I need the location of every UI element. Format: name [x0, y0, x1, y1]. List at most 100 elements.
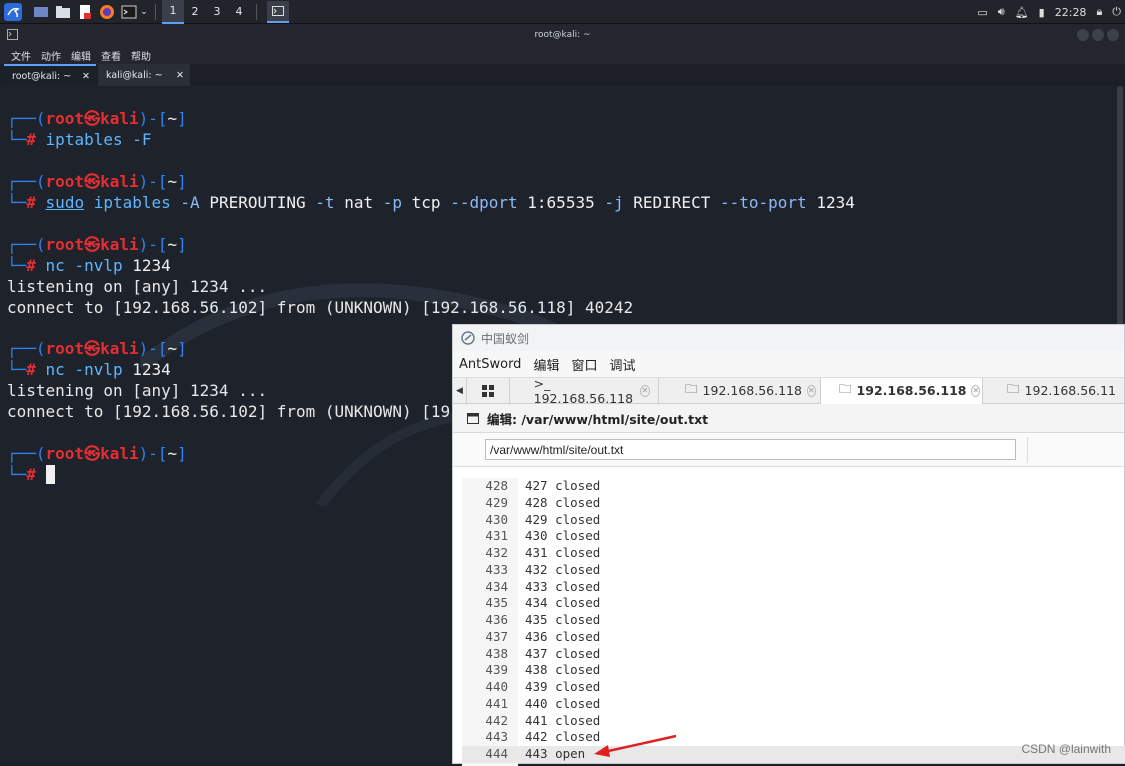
window-titlebar: root@kali: ~ [0, 24, 1125, 46]
cmd-arg: tcp [412, 193, 441, 212]
prompt-user: root [46, 444, 85, 463]
tab-home[interactable] [467, 378, 510, 404]
prompt-dir: ~ [168, 109, 178, 128]
tab-label: root@kali: ~ [12, 71, 71, 82]
close-icon[interactable]: ✕ [176, 70, 184, 81]
line-number: 435 [462, 595, 508, 612]
path-input[interactable] [485, 439, 1016, 460]
terminal-launcher-icon[interactable] [120, 3, 138, 21]
line-text: 437 closed [508, 646, 600, 663]
line-number: 431 [462, 528, 508, 545]
close-icon[interactable]: ✕ [807, 385, 816, 397]
menu-file[interactable]: 文件 [11, 48, 31, 63]
prompt-host: kali [100, 444, 139, 463]
kali-menu-icon[interactable] [4, 3, 22, 21]
close-icon[interactable]: ✕ [640, 385, 650, 397]
power-icon[interactable]: ⏻ [1112, 5, 1121, 19]
file-manager-icon[interactable] [54, 3, 72, 21]
close-icon[interactable]: ✕ [971, 385, 980, 397]
output-line: listening on [any] 1234 ... [7, 380, 267, 401]
divider [155, 4, 156, 20]
code-line: 430429 closed [462, 512, 1125, 529]
output-line: connect to [192.168.56.102] from (UNKNOW… [7, 297, 633, 318]
clock[interactable]: 22:28 [1055, 6, 1087, 19]
tab-scroll-left-button[interactable]: ◀ [453, 378, 467, 404]
tab-root-kali[interactable]: root@kali: ~ ✕ [4, 64, 96, 86]
folder-icon: 🗀︎ [839, 380, 852, 401]
menu-edit[interactable]: 编辑 [71, 48, 91, 63]
menu-action[interactable]: 动作 [41, 48, 61, 63]
line-text: 435 closed [508, 612, 600, 629]
line-text: 443 open [508, 746, 585, 763]
tab-kali-kali[interactable]: kali@kali: ~ ✕ [98, 64, 190, 86]
minimize-button[interactable] [1077, 29, 1089, 41]
cmd-flag: -t [315, 193, 334, 212]
tab-file-manager[interactable]: 🗀︎ 192.168.56.11 [983, 378, 1124, 404]
workspace-2[interactable]: 2 [184, 5, 206, 18]
command-line: └─# nc -nvlp 1234 [7, 255, 171, 276]
tab-terminal-session[interactable]: >_ 192.168.56.118 ✕ [510, 378, 659, 404]
terminal-window-button[interactable] [267, 1, 289, 23]
prompt-user: root [46, 235, 85, 254]
line-number: 430 [462, 512, 508, 529]
line-number: 434 [462, 579, 508, 596]
firefox-icon[interactable] [98, 3, 116, 21]
output-line: listening on [any] 1234 ... [7, 276, 267, 297]
code-editor[interactable]: 428427 closed429428 closed430429 closed4… [462, 478, 1125, 766]
path-row [453, 433, 1124, 467]
workspace-3[interactable]: 3 [206, 5, 228, 18]
cmd-flag: -A [180, 193, 199, 212]
text-editor-icon[interactable] [76, 3, 94, 21]
prompt-host: kali [100, 235, 139, 254]
line-text: 433 closed [508, 579, 600, 596]
window-title: root@kali: ~ [0, 30, 1125, 40]
line-number: 444 [462, 746, 508, 763]
line-number: 442 [462, 713, 508, 730]
tab-file-manager[interactable]: 🗀︎ 192.168.56.118 ✕ [659, 378, 821, 404]
divider [1027, 437, 1028, 463]
line-number: 438 [462, 646, 508, 663]
line-number: 433 [462, 562, 508, 579]
battery-icon[interactable]: ▮ [1039, 6, 1045, 19]
cmd-flag: -p [383, 193, 402, 212]
cmd-arg: 1234 [816, 193, 855, 212]
divider [256, 4, 257, 20]
close-icon[interactable]: ✕ [82, 71, 90, 82]
code-line: 438437 closed [462, 646, 1125, 663]
workspace-1[interactable]: 1 [162, 0, 184, 24]
close-button[interactable] [1107, 29, 1119, 41]
maximize-button[interactable] [1092, 29, 1104, 41]
prompt-host: kali [100, 339, 139, 358]
desktop-icon[interactable] [32, 3, 50, 21]
line-text: 439 closed [508, 679, 600, 696]
chevron-down-icon[interactable]: ⌄ [139, 3, 149, 21]
menu-debug[interactable]: 调试 [609, 355, 635, 374]
editor-header: 编辑: /var/www/html/site/out.txt [453, 404, 1124, 433]
menu-window[interactable]: 窗口 [571, 355, 597, 374]
workspace-4[interactable]: 4 [228, 5, 250, 18]
volume-icon[interactable]: 🔊︎ [998, 5, 1005, 19]
prompt-dir: ~ [168, 339, 178, 358]
antsword-title: 中国蚁剑 [481, 330, 529, 347]
lock-icon[interactable]: 🔒︎ [1096, 5, 1102, 19]
terminal-scrollbar[interactable] [1117, 86, 1123, 326]
menu-help[interactable]: 帮助 [131, 48, 151, 63]
tab-file-manager-active[interactable]: 🗀︎ 192.168.56.118 ✕ [821, 378, 983, 404]
system-tray: ▭ 🔊︎ 🔔︎ ▮ 22:28 🔒︎ ⏻ [977, 0, 1121, 24]
line-number: 429 [462, 495, 508, 512]
prompt-dir: ~ [168, 235, 178, 254]
display-icon[interactable]: ▭ [977, 6, 987, 19]
tab-label: >_ 192.168.56.118 [534, 376, 635, 406]
cmd-arg: REDIRECT [633, 193, 710, 212]
menu-view[interactable]: 查看 [101, 48, 121, 63]
folder-icon: 🗀︎ [685, 380, 698, 401]
prompt-user: root [46, 172, 85, 191]
cmd-flag: -j [604, 193, 623, 212]
line-number: 439 [462, 662, 508, 679]
menu-edit[interactable]: 编辑 [533, 355, 559, 374]
notification-bell-icon[interactable]: 🔔︎ [1015, 6, 1029, 19]
antsword-tab-bar: ◀ >_ 192.168.56.118 ✕ 🗀︎ 192.168.56.118 … [453, 378, 1124, 404]
menu-antsword[interactable]: AntSword [459, 357, 521, 372]
line-text: 442 closed [508, 729, 600, 746]
code-line: 435434 closed [462, 595, 1125, 612]
